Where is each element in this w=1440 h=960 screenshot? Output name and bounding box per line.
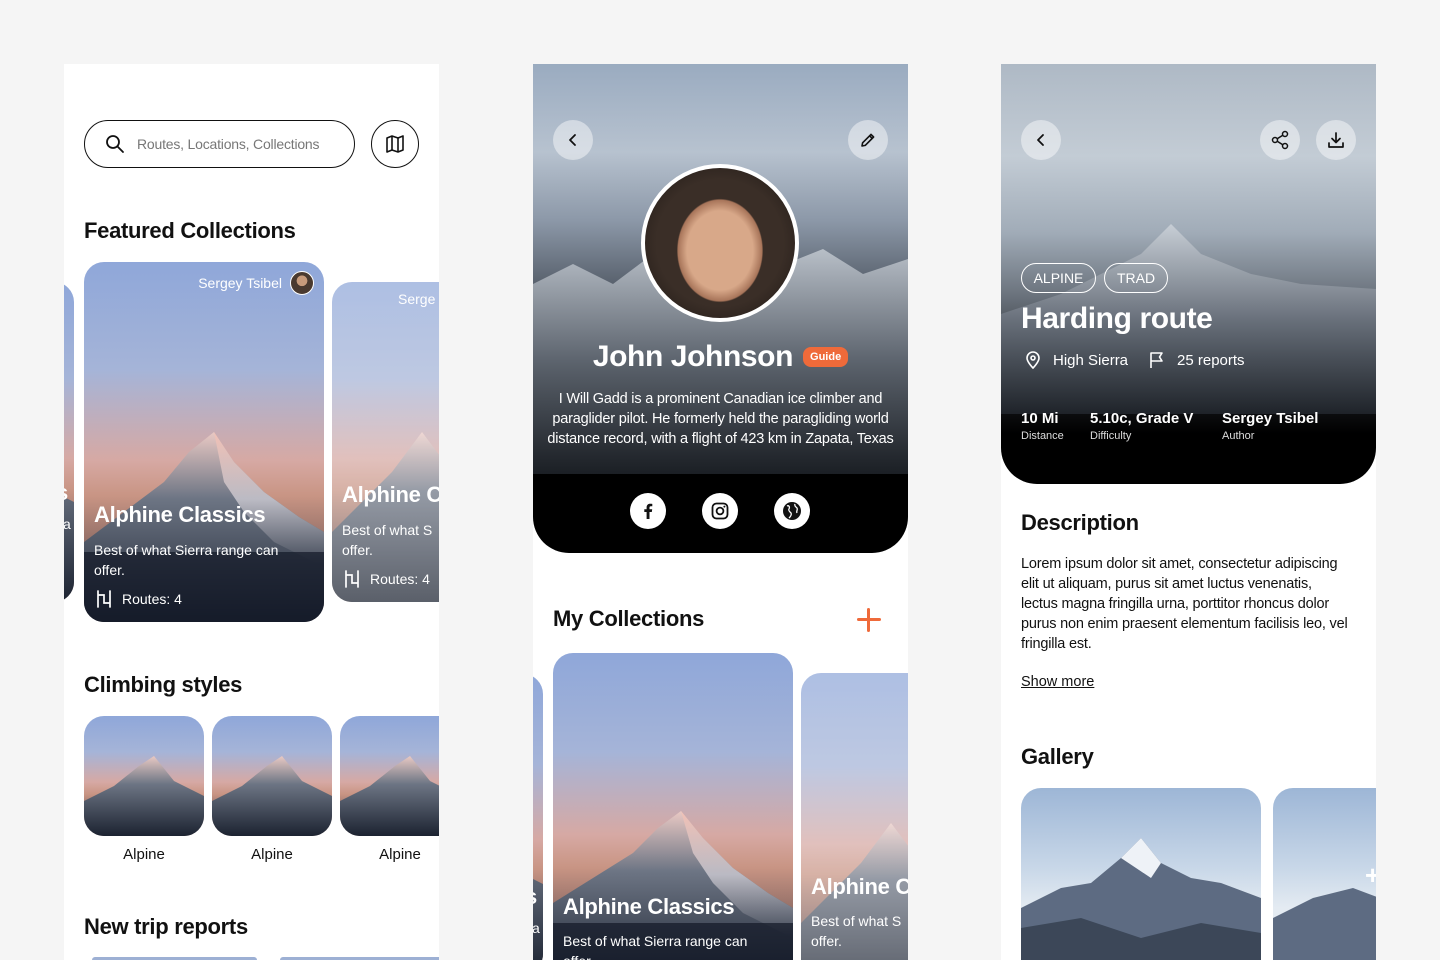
collection-card[interactable]: Serge Alphine C Best of what S offer. Ro… xyxy=(332,282,439,602)
map-button[interactable] xyxy=(371,120,419,168)
routes-label: Routes: 4 xyxy=(370,571,430,587)
avatar xyxy=(290,271,314,295)
collection-card[interactable]: s ca xyxy=(64,282,74,602)
author-name: Serge xyxy=(398,291,436,307)
routes-icon xyxy=(345,570,359,588)
search-placeholder: Routes, Locations, Collections xyxy=(137,136,320,152)
chevron-left-icon xyxy=(1037,134,1044,146)
route-reports[interactable]: 25 reports xyxy=(1147,350,1245,370)
collection-desc: Best of what Sierra range can offer. xyxy=(563,933,748,960)
stat-label: Distance xyxy=(1021,430,1064,442)
instagram-icon xyxy=(711,502,729,520)
collection-desc: ca xyxy=(64,516,71,532)
map-icon xyxy=(386,135,404,153)
profile-screen: John Johnson Guide I Will Gadd is a prom… xyxy=(533,64,908,960)
profile-name: John Johnson xyxy=(592,340,794,373)
pencil-icon xyxy=(861,133,875,147)
stat-value: Sergey Tsibel xyxy=(1222,410,1319,427)
gallery-mountain xyxy=(1021,838,1261,960)
guide-badge: Guide xyxy=(803,347,849,367)
routes-label: Routes: 4 xyxy=(122,591,182,607)
collection-title: s xyxy=(64,480,68,506)
collection-desc: ca xyxy=(533,920,540,936)
route-title: Harding route xyxy=(1021,302,1213,335)
search-icon xyxy=(106,135,124,153)
collection-desc: Best of what S offer. xyxy=(811,913,902,949)
tag-alpine[interactable]: ALPINE xyxy=(1021,263,1096,293)
flag-icon xyxy=(1150,352,1163,368)
routes-icon xyxy=(97,590,111,608)
profile-name-row: John Johnson Guide xyxy=(533,340,908,374)
stat-value: 5.10c, Grade V xyxy=(1090,410,1194,427)
collection-desc: Best of what S offer. xyxy=(342,522,433,558)
route-description: Lorem ipsum dolor sit amet, consectetur … xyxy=(1021,556,1348,652)
explore-screen: Routes, Locations, Collections Featured … xyxy=(64,64,439,960)
website-link[interactable] xyxy=(774,493,810,529)
author-name: Sergey Tsibel xyxy=(198,275,282,291)
collection-title: Alphine Classics xyxy=(94,502,266,527)
trip-reports-title: New trip reports xyxy=(84,914,248,939)
style-label: Alpine xyxy=(123,846,165,863)
globe-icon xyxy=(783,502,801,520)
style-tile[interactable] xyxy=(84,716,204,836)
description-title: Description xyxy=(1021,510,1139,535)
stat-label: Difficulty xyxy=(1090,430,1132,442)
share-button[interactable] xyxy=(1260,120,1300,160)
edit-button[interactable] xyxy=(848,120,888,160)
climbing-styles-title: Climbing styles xyxy=(84,672,243,697)
collection-card[interactable]: Alphine Classics Best of what Sierra ran… xyxy=(553,653,793,960)
collection-author[interactable]: Serge xyxy=(398,291,435,307)
profile-header: John Johnson Guide I Will Gadd is a prom… xyxy=(533,64,908,553)
gallery-title: Gallery xyxy=(1021,744,1094,769)
profile-avatar xyxy=(641,164,799,322)
stat-difficulty: 5.10c, Grade V Difficulty xyxy=(1090,410,1193,442)
gallery-mountain xyxy=(1273,888,1376,960)
collection-title: s xyxy=(533,884,537,910)
routes-count: Routes: 4 xyxy=(342,569,430,589)
style-label: Alpine xyxy=(379,846,421,863)
gallery-more-count: + xyxy=(1365,860,1376,890)
collection-title: Alphine Classics xyxy=(563,894,735,919)
tag-trad[interactable]: TRAD xyxy=(1104,263,1168,293)
style-tile[interactable] xyxy=(340,716,439,836)
download-icon xyxy=(1328,132,1344,148)
route-location: High Sierra xyxy=(1023,350,1128,370)
download-button[interactable] xyxy=(1316,120,1356,160)
stat-author: Sergey Tsibel Author xyxy=(1222,410,1318,442)
chevron-left-icon xyxy=(569,134,576,146)
style-label: Alpine xyxy=(251,846,293,863)
collection-author[interactable]: Sergey Tsibel xyxy=(198,271,314,295)
location-label: High Sierra xyxy=(1053,351,1129,369)
location-pin-icon xyxy=(1026,351,1040,370)
route-detail-screen: ALPINE TRAD Harding route High Sierra 25… xyxy=(1001,64,1376,960)
back-button[interactable] xyxy=(1021,120,1061,160)
back-button[interactable] xyxy=(553,120,593,160)
profile-bio: I Will Gadd is a prominent Canadian ice … xyxy=(547,391,894,447)
route-header: ALPINE TRAD Harding route High Sierra 25… xyxy=(1001,64,1376,484)
facebook-icon xyxy=(644,503,653,519)
share-icon xyxy=(1271,130,1289,150)
collection-card[interactable]: s ca xyxy=(533,674,543,960)
stat-value: 10 Mi xyxy=(1021,410,1059,427)
search-input[interactable]: Routes, Locations, Collections xyxy=(84,120,355,168)
collection-card[interactable]: Sergey Tsibel Alphine Classics Best of w… xyxy=(84,262,324,622)
gallery-image[interactable] xyxy=(1021,788,1261,960)
add-collection-button[interactable] xyxy=(855,606,883,634)
reports-label: 25 reports xyxy=(1177,351,1245,369)
stat-label: Author xyxy=(1222,430,1255,442)
stat-distance: 10 Mi Distance xyxy=(1021,410,1064,442)
show-more-link[interactable]: Show more xyxy=(1021,674,1094,690)
facebook-link[interactable] xyxy=(630,493,666,529)
collection-desc: Best of what Sierra range can offer. xyxy=(94,542,279,578)
collection-title: Alphine C xyxy=(342,482,439,507)
gallery-image[interactable]: + xyxy=(1273,788,1376,960)
collection-title: Alphine C xyxy=(811,874,908,899)
collection-card[interactable]: Alphine C Best of what S offer. xyxy=(801,673,908,960)
featured-collections-title: Featured Collections xyxy=(84,218,296,243)
instagram-link[interactable] xyxy=(702,493,738,529)
my-collections-title: My Collections xyxy=(553,606,705,631)
routes-count: Routes: 4 xyxy=(94,589,182,609)
style-tile[interactable] xyxy=(212,716,332,836)
